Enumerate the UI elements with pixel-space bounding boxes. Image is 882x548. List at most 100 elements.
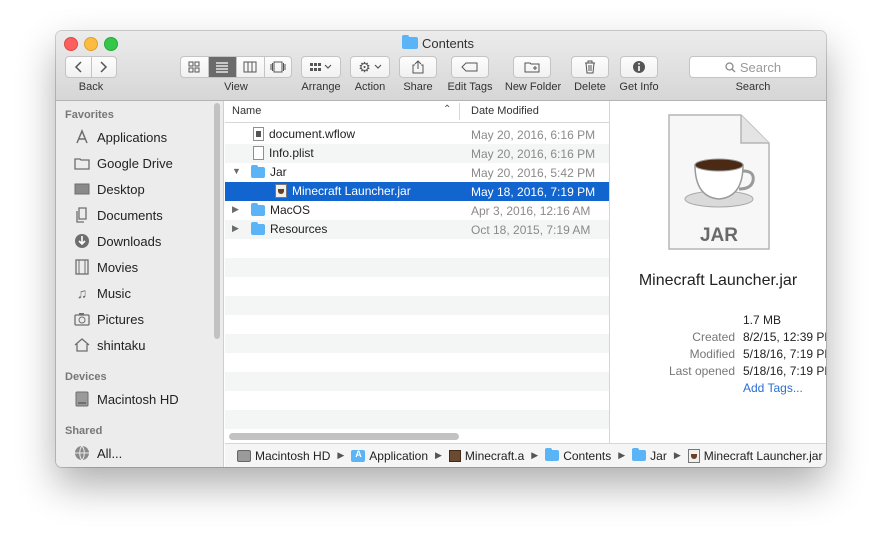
share-label: Share — [403, 81, 433, 93]
view-control — [180, 56, 292, 78]
minimize-button[interactable] — [84, 37, 98, 51]
sidebar-item-macintosh-hd[interactable]: Macintosh HD — [73, 389, 218, 409]
column-divider[interactable] — [459, 103, 460, 120]
add-tags-link[interactable]: Add Tags... — [743, 381, 803, 395]
row-name: Jar — [251, 164, 287, 179]
sidebar-scrollbar[interactable] — [214, 103, 220, 339]
path-item-applications[interactable]: Application — [351, 449, 428, 463]
empty-row — [225, 277, 609, 296]
path-item-label: Minecraft Launcher.jar — [703, 448, 823, 463]
gear-icon: ⚙ — [358, 58, 371, 75]
chevron-left-icon — [75, 61, 83, 73]
sidebar-item-applications[interactable]: Applications — [73, 127, 218, 147]
get-info-label: Get Info — [619, 81, 659, 93]
network-icon — [73, 445, 91, 461]
path-item-minecraft-launcher-jar[interactable]: Minecraft Launcher.jar — [687, 448, 823, 463]
empty-row — [225, 372, 609, 391]
sidebar-item-all-shared[interactable]: All... — [73, 443, 218, 463]
sidebar-item-pictures[interactable]: Pictures — [73, 309, 218, 329]
table-row-selected[interactable]: Minecraft Launcher.jar May 18, 2016, 7:1… — [225, 182, 609, 201]
sidebar: Favorites Applications Google Drive Desk… — [56, 101, 224, 467]
table-row[interactable]: document.wflow May 20, 2016, 6:16 PM — [225, 125, 609, 144]
row-date: May 20, 2016, 6:16 PM — [471, 147, 596, 161]
sort-ascending-icon: ⌃ — [443, 104, 452, 115]
list-horizontal-scrollbar[interactable] — [229, 433, 459, 440]
table-row[interactable]: ▶ MacOS Apr 3, 2016, 12:16 AM — [225, 201, 609, 220]
preview-file-name: Minecraft Launcher.jar — [638, 272, 798, 289]
sidebar-item-label: All... — [97, 445, 123, 461]
row-name: MacOS — [251, 202, 310, 217]
share-button[interactable] — [399, 56, 437, 78]
path-item-label: Application — [369, 448, 428, 463]
cover-flow-button[interactable] — [265, 57, 291, 77]
path-item-minecraft-app[interactable]: Minecraft.a — [448, 449, 524, 463]
get-info-button[interactable] — [620, 56, 658, 78]
preview-pane: JAR Minecraft Launcher.jar 1.7 MB Create… — [609, 101, 826, 443]
preview-size: 1.7 MB — [743, 313, 782, 327]
close-button[interactable] — [64, 37, 78, 51]
column-header-name[interactable]: Name — [232, 105, 261, 117]
disclosure-open-icon[interactable]: ▼ — [232, 166, 241, 176]
sidebar-item-music[interactable]: ♫ Music — [73, 283, 218, 303]
sidebar-item-label: Applications — [97, 129, 168, 145]
plist-file-icon — [253, 146, 264, 160]
folder-icon — [632, 448, 647, 461]
empty-row — [225, 410, 609, 429]
sidebar-item-documents[interactable]: Documents — [73, 205, 218, 225]
path-separator-icon: ▶ — [435, 450, 442, 460]
icon-view-button[interactable] — [181, 57, 209, 77]
new-folder-button[interactable] — [513, 56, 551, 78]
preview-modified-label: Modified — [689, 347, 735, 361]
sidebar-item-home[interactable]: shintaku — [73, 335, 218, 355]
path-item-contents[interactable]: Contents — [545, 448, 611, 463]
sidebar-item-label: Music — [97, 285, 131, 301]
search-icon — [725, 61, 736, 72]
list-view-button[interactable] — [208, 57, 237, 77]
new-folder-icon — [524, 62, 540, 73]
path-item-macintosh-hd[interactable]: Macintosh HD — [237, 449, 330, 463]
path-item-jar[interactable]: Jar — [632, 448, 667, 463]
list-header: Name ⌃ Date Modified — [225, 101, 609, 123]
edit-tags-button[interactable] — [451, 56, 489, 78]
column-header-date-modified[interactable]: Date Modified — [471, 105, 539, 117]
row-name-text: document.wflow — [269, 127, 356, 141]
disclosure-closed-icon[interactable]: ▶ — [232, 204, 239, 215]
action-label: Action — [354, 81, 386, 93]
path-separator-icon: ▶ — [618, 450, 626, 460]
action-button[interactable]: ⚙ — [350, 56, 390, 78]
jar-document-icon: JAR — [668, 114, 770, 250]
search-input[interactable]: Search — [689, 56, 817, 78]
table-row[interactable]: Info.plist May 20, 2016, 6:16 PM — [225, 144, 609, 163]
file-list: Name ⌃ Date Modified document.wflow May … — [225, 101, 609, 443]
applications-folder-icon — [351, 449, 366, 462]
favorites-heading: Favorites — [65, 109, 114, 121]
back-button[interactable] — [66, 57, 92, 77]
folder-icon — [402, 35, 418, 49]
sidebar-item-downloads[interactable]: Downloads — [73, 231, 218, 251]
sidebar-item-movies[interactable]: Movies — [73, 257, 218, 277]
sidebar-item-google-drive[interactable]: Google Drive — [73, 153, 218, 173]
row-name-text: Jar — [270, 165, 287, 179]
folder-icon — [251, 164, 265, 178]
path-separator-icon: ▶ — [531, 450, 539, 460]
folder-icon — [251, 221, 265, 235]
disclosure-closed-icon[interactable]: ▶ — [232, 223, 239, 234]
delete-button[interactable] — [571, 56, 609, 78]
empty-row — [225, 391, 609, 410]
arrange-label: Arrange — [301, 81, 341, 93]
empty-row — [225, 239, 609, 258]
column-view-button[interactable] — [237, 57, 265, 77]
row-name: Minecraft Launcher.jar — [275, 184, 411, 198]
path-bar: Macintosh HD ▶ Application ▶ Minecraft.a… — [225, 443, 826, 467]
forward-button[interactable] — [92, 57, 116, 77]
table-row[interactable]: ▶ Resources Oct 18, 2015, 7:19 AM — [225, 220, 609, 239]
desktop-icon — [73, 181, 91, 197]
folder-icon — [545, 448, 560, 461]
sidebar-item-desktop[interactable]: Desktop — [73, 179, 218, 199]
arrange-button[interactable] — [301, 56, 341, 78]
music-icon: ♫ — [76, 285, 88, 301]
zoom-button[interactable] — [104, 37, 118, 51]
preview-last-opened-label: Last opened — [668, 364, 735, 378]
table-row[interactable]: ▼ Jar May 20, 2016, 5:42 PM — [225, 163, 609, 182]
home-icon — [73, 337, 91, 353]
